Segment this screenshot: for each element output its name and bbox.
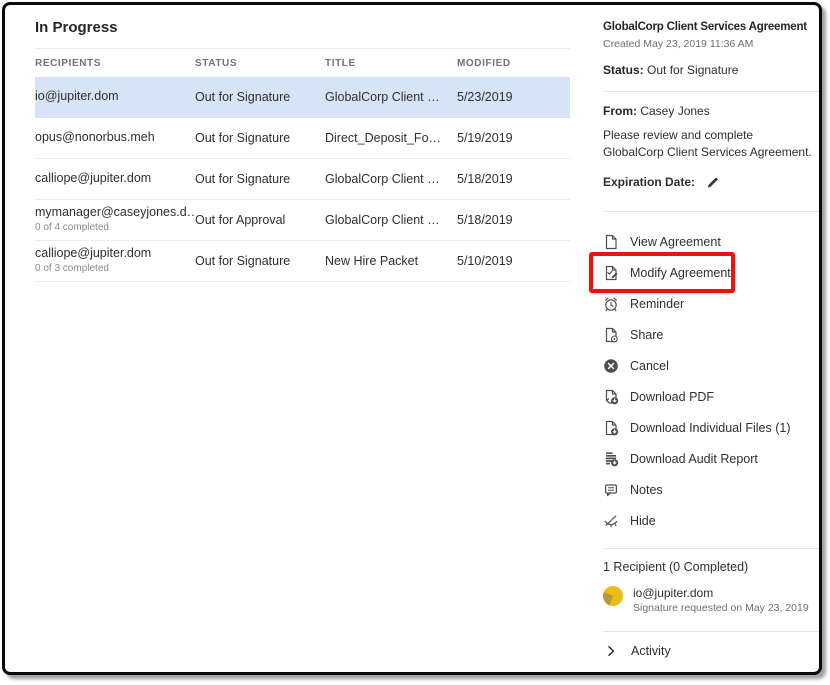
reminder-icon: [603, 296, 619, 312]
agreement-details-pane: GlobalCorp Client Services Agreement Cre…: [603, 10, 822, 659]
action-label: Modify Agreement: [630, 266, 731, 280]
status-value: Out for Signature: [647, 63, 738, 77]
action-label: Download Audit Report: [630, 452, 758, 466]
page-title: In Progress: [35, 19, 570, 36]
cell-status: Out for Signature: [195, 254, 325, 268]
cell-title: New Hire Packet: [325, 254, 457, 268]
cell-modified: 5/23/2019: [457, 90, 570, 104]
action-download-pdf[interactable]: Download PDF: [603, 381, 822, 412]
divider: [603, 631, 822, 632]
agreements-table-body: io@jupiter.domOut for SignatureGlobalCor…: [35, 77, 570, 282]
cell-modified: 5/10/2019: [457, 254, 570, 268]
cell-recipient: mymanager@caseyjones.d…0 of 4 completed: [35, 205, 195, 234]
share-icon: [603, 327, 619, 343]
status-label: Status:: [603, 63, 644, 77]
table-header: Recipients Status Title Modified: [35, 48, 570, 77]
action-label: Share: [630, 328, 663, 342]
cell-recipient: calliope@jupiter.dom0 of 3 completed: [35, 246, 195, 275]
chevron-right-icon: [603, 643, 619, 659]
action-hide[interactable]: Hide: [603, 505, 822, 536]
recipients-header: 1 Recipient (0 Completed): [603, 560, 822, 574]
expiration-label: Expiration Date:: [603, 175, 695, 189]
cell-title: GlobalCorp Client …: [325, 90, 457, 104]
action-label: Notes: [630, 483, 663, 497]
from-line: From: Casey Jones: [603, 104, 822, 118]
recipient-email-text: opus@nonorbus.meh: [35, 130, 195, 146]
cell-modified: 5/18/2019: [457, 172, 570, 186]
action-label: Download PDF: [630, 390, 714, 404]
recipient-email: io@jupiter.dom: [633, 586, 809, 600]
download-pdf-icon: [603, 389, 619, 405]
expiration-line: Expiration Date:: [603, 174, 822, 190]
column-header-recipients[interactable]: Recipients: [35, 58, 195, 69]
action-label: Hide: [630, 514, 656, 528]
agreements-list-pane: In Progress Recipients Status Title Modi…: [35, 15, 570, 282]
activity-expander[interactable]: Activity: [603, 643, 822, 659]
table-row[interactable]: io@jupiter.domOut for SignatureGlobalCor…: [35, 77, 570, 118]
divider: [603, 91, 822, 92]
action-label: Download Individual Files (1): [630, 421, 791, 435]
cell-recipient: calliope@jupiter.dom: [35, 171, 195, 187]
action-cancel[interactable]: Cancel: [603, 350, 822, 381]
edit-expiration-pencil-icon[interactable]: [705, 174, 721, 190]
table-row[interactable]: calliope@jupiter.domOut for SignatureGlo…: [35, 159, 570, 200]
action-view-agreement[interactable]: View Agreement: [603, 226, 822, 257]
modify-agreement-icon: [603, 265, 619, 281]
action-label: Reminder: [630, 297, 684, 311]
cell-status: Out for Signature: [195, 172, 325, 186]
cell-title: Direct_Deposit_Fo…: [325, 131, 457, 145]
recipient-email-text: io@jupiter.dom: [35, 89, 195, 105]
hide-icon: [603, 513, 619, 529]
from-label: From:: [603, 104, 637, 118]
notes-icon: [603, 482, 619, 498]
cell-recipient: io@jupiter.dom: [35, 89, 195, 105]
cell-modified: 5/18/2019: [457, 213, 570, 227]
action-modify-agreement[interactable]: Modify Agreement: [603, 257, 822, 288]
cell-modified: 5/19/2019: [457, 131, 570, 145]
column-header-title[interactable]: Title: [325, 58, 457, 69]
download-files-icon: [603, 420, 619, 436]
completion-progress-text: 0 of 3 completed: [35, 263, 195, 276]
created-timestamp: Created May 23, 2019 11:36 AM: [603, 38, 822, 50]
recipient-email-text: calliope@jupiter.dom: [35, 246, 195, 262]
action-label: View Agreement: [630, 235, 721, 249]
table-row[interactable]: mymanager@caseyjones.d…0 of 4 completedO…: [35, 200, 570, 241]
recipient-email-text: mymanager@caseyjones.d…: [35, 205, 195, 221]
status-line: Status: Out for Signature: [603, 63, 822, 77]
action-download-audit-report[interactable]: Download Audit Report: [603, 443, 822, 474]
cell-status: Out for Signature: [195, 90, 325, 104]
completion-progress-text: 0 of 4 completed: [35, 222, 195, 235]
column-header-status[interactable]: Status: [195, 58, 325, 69]
action-label: Cancel: [630, 359, 669, 373]
column-header-modified[interactable]: Modified: [457, 58, 570, 69]
view-agreement-icon: [603, 234, 619, 250]
recipient-status: Signature requested on May 23, 2019: [633, 602, 809, 614]
agreement-title: GlobalCorp Client Services Agreement: [603, 21, 822, 33]
action-reminder[interactable]: Reminder: [603, 288, 822, 319]
cell-recipient: opus@nonorbus.meh: [35, 130, 195, 146]
cell-status: Out for Approval: [195, 213, 325, 227]
from-value: Casey Jones: [640, 104, 709, 118]
agreement-actions-list: View Agreement Modify Agreement Reminder Sh…: [603, 226, 822, 536]
recipient-email-text: calliope@jupiter.dom: [35, 171, 195, 187]
divider: [603, 548, 822, 549]
action-notes[interactable]: Notes: [603, 474, 822, 505]
cell-title: GlobalCorp Client …: [325, 172, 457, 186]
agreement-message: Please review and complete GlobalCorp Cl…: [603, 127, 813, 161]
cell-title: GlobalCorp Client …: [325, 213, 457, 227]
cell-status: Out for Signature: [195, 131, 325, 145]
app-window: In Progress Recipients Status Title Modi…: [2, 2, 822, 675]
cancel-icon: [603, 358, 619, 374]
download-audit-icon: [603, 451, 619, 467]
divider: [603, 211, 822, 212]
table-row[interactable]: opus@nonorbus.mehOut for SignatureDirect…: [35, 118, 570, 159]
activity-label: Activity: [631, 644, 671, 658]
screenshot: In Progress Recipients Status Title Modi…: [0, 0, 830, 685]
recipient-item: io@jupiter.dom Signature requested on Ma…: [603, 586, 822, 614]
recipient-avatar: [603, 586, 623, 606]
table-row[interactable]: calliope@jupiter.dom0 of 3 completedOut …: [35, 241, 570, 282]
action-download-individual-files-1[interactable]: Download Individual Files (1): [603, 412, 822, 443]
action-share[interactable]: Share: [603, 319, 822, 350]
